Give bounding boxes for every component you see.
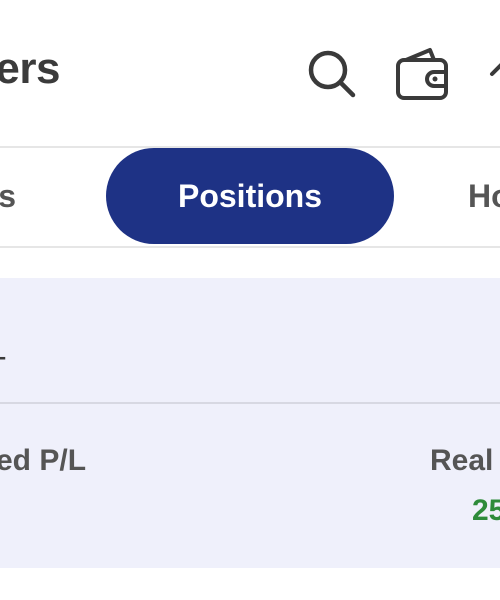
wallet-icon[interactable]: [394, 44, 452, 102]
summary-value: -: [0, 340, 7, 372]
realized-pl-label: Real: [430, 444, 494, 477]
tab-orders[interactable]: s: [0, 146, 16, 246]
summary-divider: [0, 402, 500, 404]
realized-pl-value: 25: [472, 494, 500, 527]
chevron-up-icon[interactable]: [488, 48, 500, 100]
unrealized-pl-label: ed P/L: [0, 444, 87, 477]
tab-positions[interactable]: Positions: [106, 148, 394, 244]
tab-bar: s Positions Ho: [0, 146, 500, 246]
positions-screen: ers s Positions Ho -: [0, 0, 500, 600]
search-icon[interactable]: [306, 48, 358, 100]
tabs-divider: [0, 246, 500, 248]
tab-holdings[interactable]: Ho: [468, 146, 500, 246]
pl-summary-card: [0, 278, 500, 568]
app-header: ers: [0, 0, 500, 146]
page-title: ers: [0, 44, 61, 93]
